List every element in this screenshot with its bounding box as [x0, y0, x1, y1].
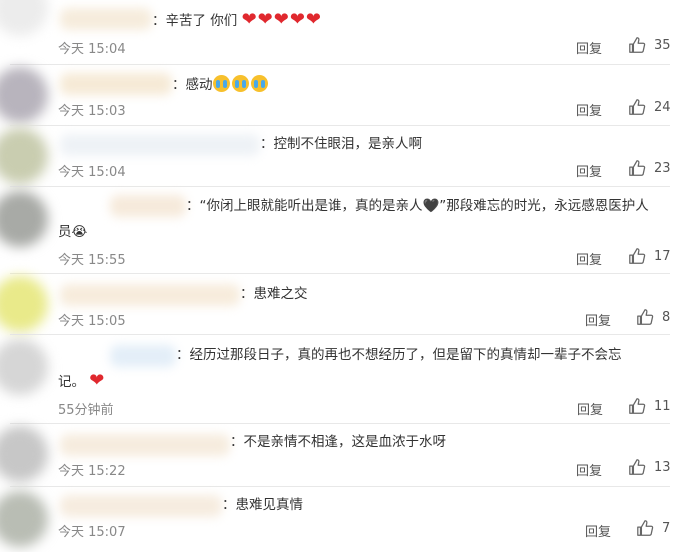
username-blurred[interactable] [110, 195, 186, 217]
comment-text: ：经历过那段日子，真的再也不想经历了，但是留下的真情却一辈子不会忘 [176, 347, 622, 363]
like-button[interactable]: 24 [628, 98, 671, 116]
thumbs-up-icon [637, 520, 654, 536]
comment-item: ：不是亲情不相逢，这是血浓于水呀 今天 15:22 回复 13 [0, 424, 680, 486]
like-button[interactable]: 13 [628, 458, 671, 476]
thumbs-up-icon [629, 99, 646, 115]
comment-item: ：患难见真情 今天 15:07 回复 7 [0, 487, 680, 552]
username-blurred[interactable] [60, 284, 240, 306]
thumbs-up-icon [629, 160, 646, 176]
reply-button[interactable]: 回复 [576, 161, 602, 180]
avatar[interactable] [0, 67, 48, 123]
username-blurred[interactable] [60, 8, 152, 30]
like-button[interactable]: 35 [628, 36, 671, 54]
comment-text: ：不是亲情不相逢，这是血浓于水呀 [230, 434, 446, 450]
reply-button[interactable]: 回复 [576, 460, 602, 479]
comment-time: 今天 15:07 [58, 525, 126, 540]
avatar[interactable] [0, 426, 48, 482]
heart-emoji: ❤ [89, 370, 106, 391]
crying-emoji [231, 75, 249, 92]
avatar[interactable] [0, 339, 48, 395]
comment-text: ：感动 [172, 72, 680, 98]
comment-time: 55分钟前 [58, 403, 114, 418]
comment-time: 今天 15:03 [58, 104, 126, 119]
like-button[interactable]: 8 [636, 308, 670, 326]
comment-text: ：“你闭上眼就能听出是谁，真的是亲人🖤”那段难忘的时光，永远感恩医护人 [186, 198, 649, 214]
thumbs-up-icon [629, 248, 646, 264]
heart-emoji: ❤❤❤❤❤ [241, 9, 323, 30]
like-button[interactable]: 11 [628, 397, 671, 415]
crying-emoji [250, 75, 268, 92]
comment-text: ：控制不住眼泪，是亲人啊 [260, 136, 422, 152]
comment-text: ：辛苦了 你们 ❤❤❤❤❤ [152, 9, 323, 30]
comment-item: ：“你闭上眼就能听出是谁，真的是亲人🖤”那段难忘的时光，永远感恩医护人 员😭 今… [0, 187, 680, 273]
crying-emoji [212, 75, 230, 92]
username-blurred[interactable] [60, 434, 230, 456]
comment-text-continued: 员😭 [58, 224, 88, 240]
avatar[interactable] [0, 276, 48, 332]
comment-text-continued: 记。 ❤ [58, 370, 106, 391]
comment-item: ：经历过那段日子，真的再也不想经历了，但是留下的真情却一辈子不会忘 记。 ❤ 5… [0, 335, 680, 423]
comment-time: 今天 15:04 [58, 42, 126, 57]
username-blurred[interactable] [60, 495, 222, 517]
reply-button[interactable]: 回复 [585, 310, 611, 329]
comment-text: ：患难之交 [240, 286, 308, 302]
comment-time: 今天 15:22 [58, 464, 126, 479]
comment-item: ：辛苦了 你们 ❤❤❤❤❤ 今天 15:04 回复 35 [0, 0, 680, 64]
avatar[interactable] [0, 128, 48, 184]
reply-button[interactable]: 回复 [577, 399, 603, 418]
like-count: 23 [654, 160, 671, 176]
avatar[interactable] [0, 491, 48, 547]
like-count: 17 [654, 248, 671, 264]
like-button[interactable]: 17 [628, 247, 671, 265]
comment-time: 今天 15:55 [58, 253, 126, 268]
comment-item: ：控制不住眼泪，是亲人啊 今天 15:04 回复 23 [0, 126, 680, 186]
like-count: 13 [654, 459, 671, 475]
thumbs-up-icon [629, 459, 646, 475]
like-count: 8 [662, 309, 671, 325]
avatar[interactable] [0, 0, 48, 36]
like-button[interactable]: 7 [636, 519, 670, 537]
username-blurred[interactable] [60, 134, 260, 156]
reply-button[interactable]: 回复 [576, 100, 602, 119]
comment-item: ：患难之交 今天 15:05 回复 8 [0, 274, 680, 334]
like-count: 35 [654, 37, 671, 53]
like-count: 24 [654, 99, 671, 115]
comment-text: ：患难见真情 [222, 497, 303, 513]
comment-time: 今天 15:05 [58, 314, 126, 329]
thumbs-up-icon [637, 309, 654, 325]
thumbs-up-icon [629, 37, 646, 53]
reply-button[interactable]: 回复 [576, 249, 602, 268]
reply-button[interactable]: 回复 [585, 521, 611, 540]
thumbs-up-icon [629, 398, 646, 414]
comment-time: 今天 15:04 [58, 165, 126, 180]
username-blurred[interactable] [60, 73, 172, 95]
like-button[interactable]: 23 [628, 159, 671, 177]
reply-button[interactable]: 回复 [576, 38, 602, 57]
avatar[interactable] [0, 191, 48, 247]
like-count: 11 [654, 398, 671, 414]
username-blurred[interactable] [110, 345, 176, 367]
comment-item: ：感动 今天 15:03 回复 24 [0, 65, 680, 125]
like-count: 7 [662, 520, 671, 536]
